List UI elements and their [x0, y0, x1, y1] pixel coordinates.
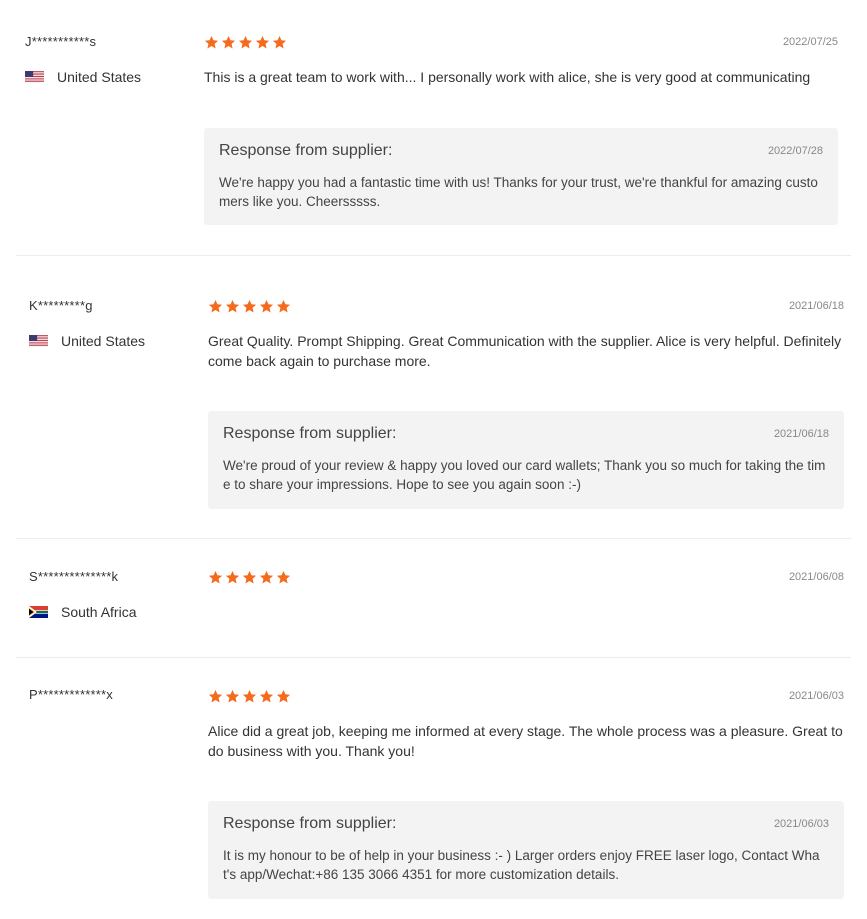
supplier-response: Response from supplier: 2021/06/03 It is… [208, 801, 844, 899]
za-flag-icon [29, 605, 50, 619]
reviewer-country: United States [29, 333, 145, 349]
star-icon [259, 689, 274, 703]
divider [16, 538, 851, 539]
us-flag-icon [25, 70, 46, 84]
review-date: 2022/07/25 [782, 36, 838, 48]
reviewer-name: P*************x [29, 687, 113, 702]
star-icon [242, 299, 257, 313]
star-rating [208, 689, 291, 704]
star-icon [272, 35, 287, 49]
country-label: United States [57, 69, 142, 85]
reviewer-name: J***********s [25, 34, 97, 49]
star-icon [242, 689, 257, 703]
supplier-response: Response from supplier: 2021/06/18 We're… [208, 411, 844, 509]
star-rating [204, 35, 287, 50]
reviewer-name: K*********g [29, 298, 93, 313]
star-icon [242, 570, 257, 584]
star-icon [225, 689, 240, 703]
review-text: This is a great team to work with... I p… [204, 69, 811, 85]
response-title: Response from supplier: [219, 142, 393, 159]
star-icon [208, 299, 223, 313]
review-date: 2021/06/18 [788, 300, 844, 312]
star-icon [276, 689, 291, 703]
review-date: 2021/06/03 [788, 690, 844, 702]
star-icon [221, 35, 236, 49]
response-text: We're proud of your review & happy you l… [223, 458, 826, 492]
response-text: It is my honour to be of help in your bu… [223, 848, 820, 882]
star-icon [208, 689, 223, 703]
response-date: 2022/07/28 [767, 145, 823, 157]
response-text: We're happy you had a fantastic time wit… [219, 175, 818, 209]
divider [16, 657, 851, 658]
star-icon [225, 299, 240, 313]
star-icon [238, 35, 253, 49]
star-icon [204, 35, 219, 49]
reviewer-name: S**************k [29, 569, 119, 584]
star-icon [208, 570, 223, 584]
divider [16, 255, 851, 256]
response-date: 2021/06/03 [773, 818, 829, 830]
star-rating [208, 570, 291, 585]
star-icon [259, 299, 274, 313]
response-title: Response from supplier: [223, 425, 397, 442]
us-flag-icon [29, 334, 50, 348]
star-icon [276, 570, 291, 584]
star-icon [225, 570, 240, 584]
star-icon [259, 570, 274, 584]
review-date: 2021/06/08 [788, 571, 844, 583]
review-text: Great Quality. Prompt Shipping. Great Co… [208, 333, 842, 369]
star-rating [208, 299, 291, 314]
star-icon [276, 299, 291, 313]
response-date: 2021/06/18 [773, 428, 829, 440]
country-label: South Africa [61, 604, 137, 620]
response-title: Response from supplier: [223, 815, 397, 832]
review-item: J***********s United States 2022/07/25 T… [0, 0, 867, 255]
reviewer-country: United States [25, 69, 141, 85]
supplier-response: Response from supplier: 2022/07/28 We're… [204, 128, 838, 225]
review-text: Alice did a great job, keeping me inform… [208, 723, 843, 759]
reviewer-country: South Africa [29, 604, 137, 620]
star-icon [255, 35, 270, 49]
country-label: United States [61, 333, 146, 349]
